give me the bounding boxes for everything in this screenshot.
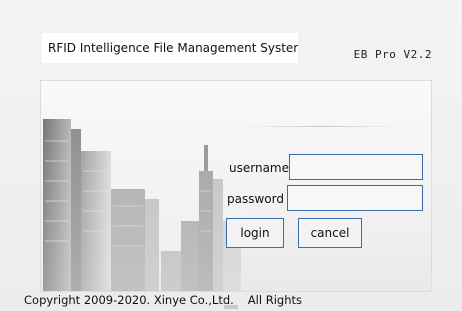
city-skyline-image	[41, 81, 241, 291]
copyright-text: Copyright 2009-2020. Xinye Co.,Ltd.	[24, 293, 234, 307]
login-panel: username password login cancel	[40, 80, 432, 292]
scroll-indicator	[224, 305, 238, 309]
username-input[interactable]	[289, 154, 423, 180]
username-label: username	[229, 161, 289, 175]
rights-text: All Rights	[247, 293, 302, 307]
cancel-button[interactable]: cancel	[298, 218, 362, 248]
password-label: password	[227, 192, 284, 206]
login-window: RFID Intelligence File Management System…	[0, 0, 462, 311]
login-button[interactable]: login	[226, 218, 284, 248]
version-label: EB Pro V2.2	[353, 48, 432, 61]
password-input[interactable]	[287, 185, 423, 211]
app-title: RFID Intelligence File Management System	[42, 33, 298, 63]
decorative-divider	[241, 126, 401, 127]
